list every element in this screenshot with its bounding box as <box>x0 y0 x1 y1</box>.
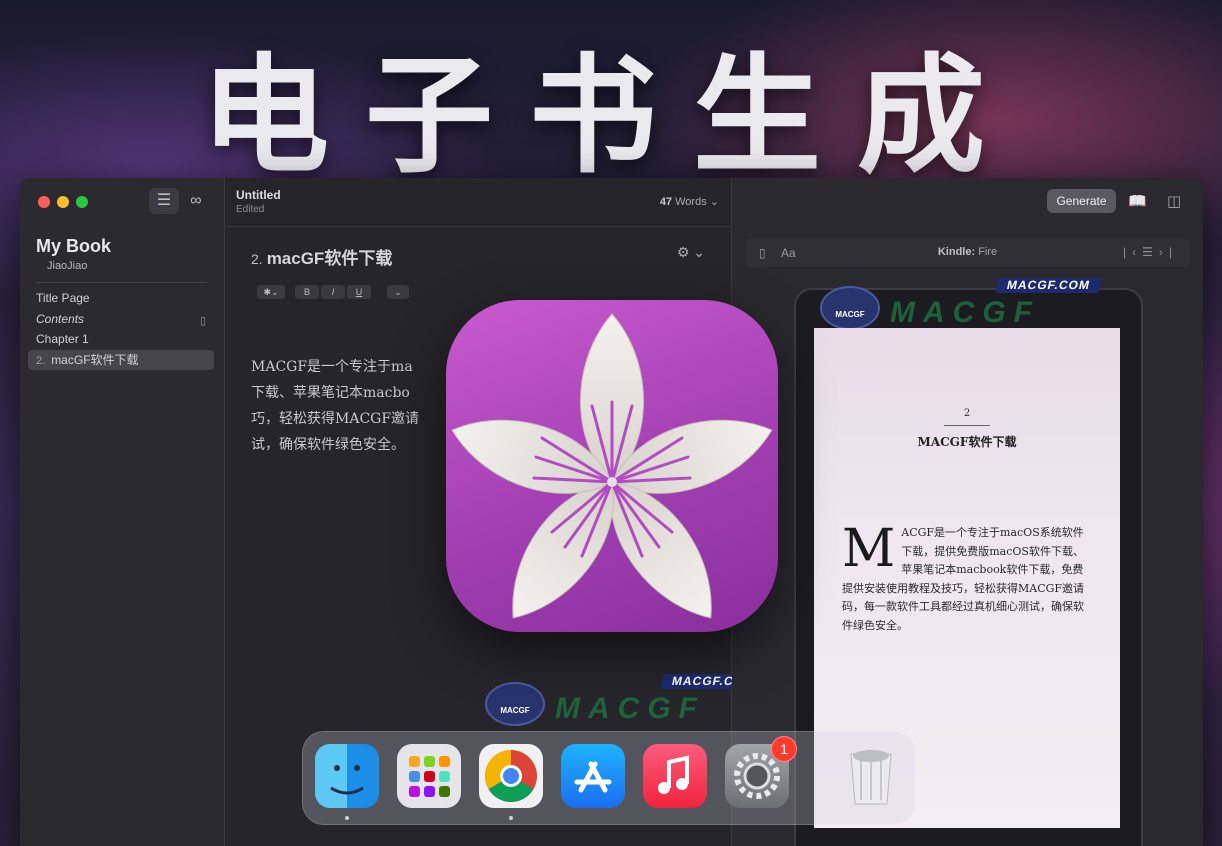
watermark-domain: MACGF.COM <box>995 278 1102 293</box>
word-count: 47 <box>659 196 673 208</box>
sidebar-item-label: macGF软件下载 <box>51 353 139 367</box>
format-toolbar: ✱⌄ B I U ⌄ <box>251 282 431 304</box>
chevron-down-icon: ⌄ <box>709 196 719 208</box>
text-line: MACGF是一个专注于ma <box>251 359 413 375</box>
sidebar-item-chapter-1[interactable]: Chapter 1 <box>28 329 214 349</box>
list-view-icon[interactable]: ☰ <box>149 188 179 214</box>
zoom-window-button[interactable] <box>76 196 88 208</box>
finder-face-icon <box>330 765 364 795</box>
book-title: My Book <box>36 236 112 256</box>
watermark-brand: MACGF <box>890 296 1040 329</box>
sidebar: ☰ ∞ My Book JiaoJiao Title Page Contents… <box>20 178 225 846</box>
chapter-title: macGF软件下载 <box>266 249 393 268</box>
finder-icon[interactable] <box>315 744 379 808</box>
underline-button[interactable]: U <box>347 285 371 299</box>
sidebar-item-label: Chapter 1 <box>36 332 89 346</box>
mascot-label: MACGF <box>835 310 865 319</box>
chapter-number: 2. <box>251 251 263 267</box>
sidebar-item-chapter-2[interactable]: 2. macGF软件下载 <box>28 350 214 370</box>
app-grid-icon <box>409 756 450 797</box>
trash-can-icon <box>850 750 892 805</box>
last-page-icon[interactable]: ›| <box>1159 245 1178 259</box>
drop-cap: M <box>842 519 896 579</box>
minimize-window-button[interactable] <box>57 196 69 208</box>
sidebar-item-number: 2. <box>36 355 46 367</box>
device-name: Fire <box>978 246 998 258</box>
sidebar-toggle-icon[interactable]: ◫ <box>1167 192 1181 210</box>
dock: 1 <box>302 731 916 825</box>
music-icon[interactable] <box>643 744 707 808</box>
device-icon: ▯ <box>199 315 206 327</box>
system-settings-icon[interactable]: 1 <box>725 736 797 808</box>
chapter-text[interactable]: MACGF是一个专注于ma 下载、苹果笔记本macbo 巧，轻松获得MACGF邀… <box>251 354 441 458</box>
hero-title: 电子书生成 <box>200 42 1021 191</box>
running-indicator <box>509 816 513 820</box>
app-store-logo-icon <box>574 761 612 793</box>
trash-icon[interactable] <box>839 744 903 808</box>
text-line: 下载、苹果笔记本macbo <box>251 385 410 401</box>
sidebar-item-label: Title Page <box>36 291 90 305</box>
app-icon <box>441 300 783 637</box>
list-icon[interactable]: ☰ <box>1142 245 1159 259</box>
divider <box>36 282 207 283</box>
text-line: 试，确保软件绿色安全。 <box>251 437 405 453</box>
watermark-brand: MACGF <box>555 692 705 725</box>
bold-button[interactable]: B <box>295 285 319 299</box>
sidebar-item-label: Contents <box>36 312 85 326</box>
document-name: Untitled <box>236 188 281 202</box>
word-label: Words <box>675 196 707 208</box>
mascot-label: MACGF <box>500 706 530 715</box>
link-icon[interactable]: ∞ <box>181 188 211 214</box>
launchpad-icon[interactable] <box>397 744 461 808</box>
preview-toolbar: ▯ Aa Kindle: Fire |‹☰›| <box>745 239 1190 267</box>
more-format-button[interactable]: ⌄ <box>387 285 409 299</box>
sidebar-item-title-page[interactable]: Title Page <box>28 288 214 308</box>
text-line: 巧，轻松获得MACGF邀请 <box>251 411 420 427</box>
italic-button[interactable]: I <box>321 285 345 299</box>
page-body: M ACGF是一个专注于macOS系统软件下载，提供免费版macOS软件下载、苹果… <box>842 519 1092 635</box>
mascot-icon: MACGF <box>820 286 880 330</box>
document-status: Edited <box>236 204 265 215</box>
flower-icon <box>441 313 783 637</box>
music-note-icon <box>658 755 689 794</box>
book-author: JiaoJiao <box>47 260 88 272</box>
chapter-heading[interactable]: 2. macGF软件下载 <box>251 244 392 269</box>
editor-toolbar: Untitled Edited 47 Words ⌄ <box>225 178 731 227</box>
divider <box>944 425 990 426</box>
word-count-menu[interactable]: 47 Words ⌄ <box>660 195 719 208</box>
generate-button[interactable]: Generate <box>1047 189 1116 213</box>
notification-badge: 1 <box>771 736 797 762</box>
chrome-icon[interactable] <box>479 744 543 808</box>
sidebar-item-contents[interactable]: Contents ▯ <box>28 309 214 329</box>
mascot-icon: MACGF <box>485 682 545 726</box>
style-menu-button[interactable]: ✱⌄ <box>257 285 285 299</box>
book-icon[interactable]: 📖 <box>1128 192 1147 210</box>
close-window-button[interactable] <box>38 196 50 208</box>
running-indicator <box>345 816 349 820</box>
page-navigation[interactable]: |‹☰›| <box>1123 245 1178 259</box>
gear-icon[interactable]: ⚙ ⌄ <box>677 244 705 261</box>
app-store-icon[interactable] <box>561 744 625 808</box>
device-prefix: Kindle: <box>937 246 976 258</box>
page-title: MACGF软件下载 <box>917 435 1017 449</box>
page-number: 2 <box>963 408 971 419</box>
chrome-logo-icon <box>485 750 537 802</box>
first-page-icon[interactable]: |‹ <box>1123 245 1142 259</box>
